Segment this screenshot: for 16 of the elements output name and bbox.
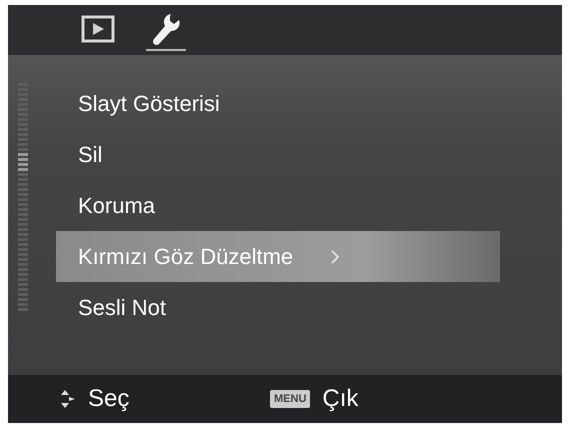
menu-item-label: Slayt Gösterisi <box>78 90 220 116</box>
menu-item[interactable]: Sesli Not <box>56 282 500 333</box>
play-icon <box>81 15 115 43</box>
exit-hint: Çık <box>322 385 358 413</box>
dpad-icon <box>60 389 76 409</box>
menu-item[interactable]: Koruma <box>56 180 500 231</box>
wrench-icon <box>151 12 181 46</box>
chevron-right-icon <box>331 250 340 264</box>
menu-item-label: Sesli Not <box>78 294 166 320</box>
menu-key-badge: MENU <box>270 390 310 408</box>
menu-item-label: Sil <box>78 142 102 168</box>
menu-item-label: Koruma <box>78 192 156 218</box>
menu-item[interactable]: Slayt Gösterisi <box>56 78 500 129</box>
menu-item-label: Kırmızı Göz Düzeltme <box>78 244 294 270</box>
select-hint: Seç <box>88 385 130 413</box>
menu-item[interactable]: Sil <box>56 129 500 180</box>
